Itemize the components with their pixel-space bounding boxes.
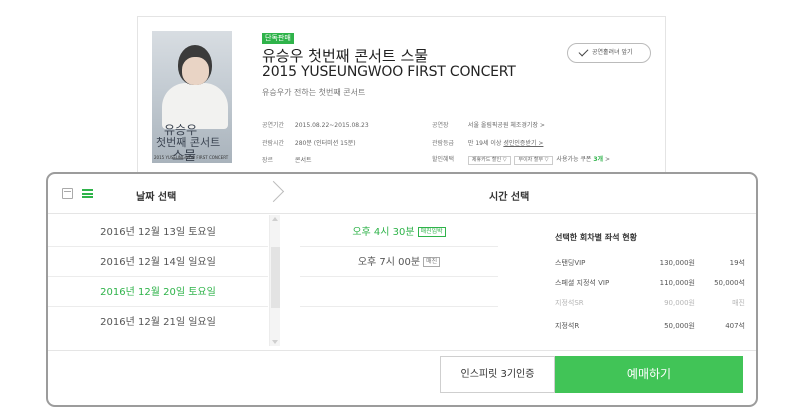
seat-row-soldout: 지정석SR 90,000원 매진 — [555, 298, 745, 312]
time-item[interactable]: 오후 7시 00분 매진 — [300, 248, 498, 277]
scroll-down-icon[interactable] — [272, 340, 278, 344]
info-venue: 공연장 서울 올림픽공원 체조경기장 > — [432, 121, 545, 130]
time-label: 오후 7시 00분 — [357, 257, 421, 268]
list-view-icon[interactable] — [82, 189, 93, 198]
seat-row: 스탠딩VIP 130,000원 19석 — [555, 258, 745, 272]
exclusive-badge: 단독판매 — [262, 33, 294, 44]
info-period: 공연기간 2015.08.22~2015.08.23 — [262, 121, 369, 130]
seat-row: 스페셜 지정석 VIP 110,000원 50,000석 — [555, 278, 745, 292]
inspirit-verify-button[interactable]: 인스피릿 3기인증 — [440, 356, 555, 393]
seat-price: 110,000원 — [659, 279, 695, 287]
seat-price: 50,000원 — [664, 322, 695, 330]
info-key: 공연기간 — [262, 122, 285, 129]
seat-grade: 지정석R — [555, 322, 580, 330]
product-title-english: 2015 YUSEUNGWOO FIRST CONCERT — [262, 64, 516, 80]
date-item[interactable]: 2016년 12월 14일 일요일 — [48, 248, 268, 277]
info-key: 공연장 — [432, 122, 449, 129]
notify-button-label: 공연홀려녀 앞기 — [592, 49, 633, 56]
installment-select[interactable]: 무이자 할부 ▽ — [514, 156, 553, 165]
chevron-right-icon — [262, 180, 285, 203]
seat-count: 407석 — [725, 322, 745, 330]
info-key: 장르 — [262, 157, 274, 164]
time-item-empty — [300, 278, 498, 307]
adult-verify-link[interactable]: 셩인인증받기 > — [503, 140, 543, 147]
date-item-selected[interactable]: 2016년 12월 20일 토요일 — [48, 278, 268, 307]
coupon-arrow: > — [605, 156, 611, 163]
info-key: 관람등급 — [432, 140, 455, 147]
date-list-scrollbar[interactable] — [269, 215, 280, 346]
date-item[interactable]: 2016년 12월 21일 일요일 — [48, 308, 268, 337]
seat-count: 50,000석 — [714, 279, 745, 287]
card-discount-select[interactable]: 제휴카드 할인 ▽ — [467, 156, 511, 165]
product-title-korean: 유승우 첫번째 콘서트 스물 — [262, 47, 429, 65]
time-select-heading: 시간 선택 — [489, 192, 530, 203]
date-item[interactable]: 2016년 12월 13일 토요일 — [48, 218, 268, 247]
seat-grade: 지정석SR — [555, 299, 584, 307]
seat-price: 130,000원 — [659, 259, 695, 267]
calendar-icon[interactable] — [62, 188, 73, 199]
poster-caption: 2015 YUSEUNGWOO FIRST CONCERT — [154, 155, 229, 160]
seat-grade: 스페셜 지정석 VIP — [555, 279, 610, 287]
venue-link[interactable]: 서울 올림픽공원 체조경기장 > — [468, 122, 545, 129]
info-key: 관람시간 — [262, 140, 285, 147]
coupon-count[interactable]: 3개 — [593, 156, 603, 163]
scroll-up-icon[interactable] — [272, 217, 278, 221]
date-list: 2016년 12월 13일 토요일 2016년 12월 14일 일요일 2016… — [48, 215, 268, 350]
product-subtitle: 유승우가 전하는 첫번째 콘서트 — [262, 88, 366, 97]
book-button[interactable]: 예매하기 — [555, 356, 743, 393]
time-item-selected[interactable]: 오후 4시 30분 매진임박 — [300, 218, 498, 247]
info-key: 할인혜택 — [432, 156, 455, 163]
seat-price: 90,000원 — [664, 299, 695, 307]
info-value: 2015.08.22~2015.08.23 — [294, 122, 369, 129]
info-runtime: 관람시간 280분 (인터미션 15분) — [262, 139, 356, 148]
info-rating: 관람등급 만 19세 이상 셩인인증받기 > — [432, 139, 543, 148]
seat-grade: 스탠딩VIP — [555, 259, 586, 267]
seat-row: 지정석R 50,000원 407석 — [555, 321, 745, 335]
seat-status-title: 선택한 회차별 좌석 현황 — [555, 233, 637, 242]
info-value: 콘서트 — [294, 157, 312, 164]
info-value: 만 19세 이상 — [467, 140, 502, 147]
concert-poster: 유승우 첫번째 콘서트 스물 2015 YUSEUNGWOO FIRST CON… — [152, 31, 232, 163]
info-value: 280분 (인터미션 15분) — [294, 140, 356, 147]
check-icon — [578, 46, 589, 57]
date-select-heading: 날짜 선택 — [136, 192, 177, 203]
info-genre: 장르 콘서트 — [262, 156, 311, 165]
scrollbar-thumb[interactable] — [271, 247, 280, 308]
booking-header: 날짜 선택 시간 선택 — [48, 174, 756, 214]
time-label: 오후 4시 30분 — [352, 227, 415, 238]
booking-panel: 날짜 선택 시간 선택 2016년 12월 13일 토요일 2016년 12월 … — [46, 172, 758, 407]
status-badge: 매진임박 — [417, 227, 446, 237]
booking-footer: 인스피릿 3기인증 예매하기 — [48, 350, 756, 405]
notify-button[interactable]: 공연홀려녀 앞기 — [567, 43, 651, 63]
status-badge: 매진 — [423, 257, 441, 267]
seat-count: 19석 — [729, 259, 745, 267]
product-card: 유승우 첫번째 콘서트 스물 2015 YUSEUNGWOO FIRST CON… — [137, 16, 666, 176]
info-discount: 할인혜택 제휴카드 할인 ▽ 무이자 할부 ▽ 사용가능 쿠폰 3개 > — [432, 155, 610, 165]
seat-count: 매진 — [732, 299, 745, 307]
poster-title-line3: 스물 — [172, 149, 196, 163]
coupon-prefix: 사용가능 쿠폰 — [556, 156, 592, 163]
